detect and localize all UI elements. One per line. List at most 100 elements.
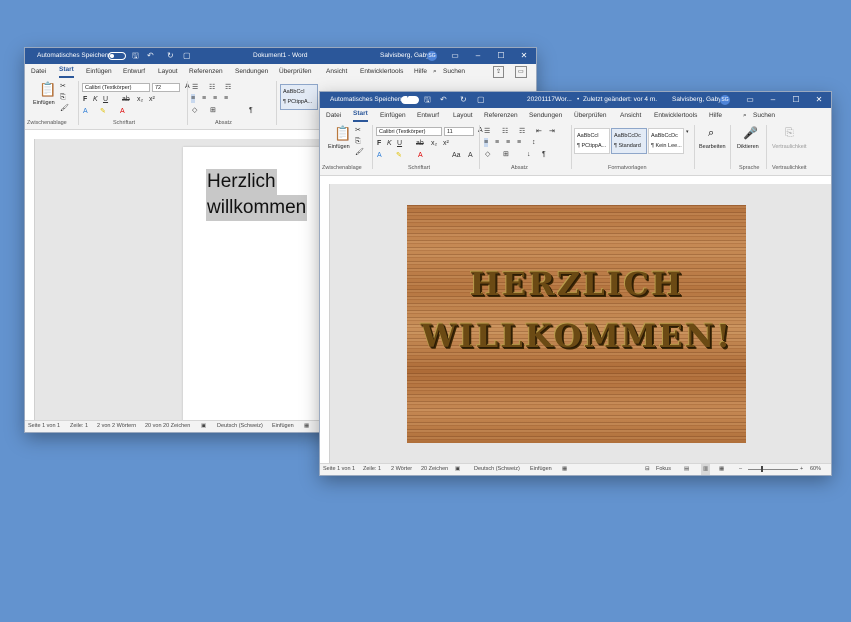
tab-entwurf[interactable]: Entwurf xyxy=(417,108,439,123)
bullets-icon[interactable]: ☰ xyxy=(484,127,490,136)
search-icon[interactable]: ⌕ xyxy=(743,108,747,123)
touch-mode-icon[interactable]: ▢ xyxy=(183,48,191,64)
autosave-toggle[interactable] xyxy=(108,52,126,60)
status-line[interactable]: Zeile: 1 xyxy=(70,421,88,432)
tab-ueberpruefen[interactable]: Überprüfen xyxy=(279,64,312,79)
zoom-level[interactable]: 60% xyxy=(810,464,821,475)
tab-einfuegen[interactable]: Einfügen xyxy=(86,64,112,79)
focus-button[interactable]: Fokus xyxy=(656,464,671,475)
minimize-button[interactable]: – xyxy=(467,48,489,64)
shading-icon[interactable]: ◇ xyxy=(485,150,490,159)
search-label[interactable]: Suchen xyxy=(443,64,465,79)
tab-hilfe[interactable]: Hilfe xyxy=(414,64,427,79)
wood-background-image[interactable]: HERZLICH WILLKOMMEN! xyxy=(407,205,746,443)
save-icon[interactable]: 🖫 xyxy=(424,92,431,108)
tab-datei[interactable]: Datei xyxy=(326,108,341,123)
paste-button[interactable]: Einfügen xyxy=(328,144,350,150)
redo-icon[interactable]: ↻ xyxy=(460,92,467,108)
status-words[interactable]: 2 Wörter xyxy=(391,464,412,475)
zoom-slider[interactable] xyxy=(748,469,798,470)
multilevel-list-icon[interactable]: ☶ xyxy=(225,83,231,92)
status-chars[interactable]: 20 von 20 Zeichen xyxy=(145,421,190,432)
strikethrough-button[interactable]: ab xyxy=(416,139,424,148)
font-color-icon[interactable]: A xyxy=(418,151,423,160)
tab-datei[interactable]: Datei xyxy=(31,64,46,79)
window-title[interactable]: 20201117Wor... xyxy=(527,92,572,108)
pilcrow-icon[interactable]: ¶ xyxy=(542,150,546,159)
title-bar[interactable]: Automatisches Speichern 🖫 ↶ ↻ ▢ Dokument… xyxy=(25,48,536,64)
tab-layout[interactable]: Layout xyxy=(453,108,473,123)
cut-icon[interactable]: ✂ xyxy=(60,82,66,91)
user-name[interactable]: Salvisberg, Gaby xyxy=(672,92,722,108)
title-bar[interactable]: Automatisches Speichern 🖫 ↶ ↻ ▢ 20201117… xyxy=(320,92,831,108)
touch-mode-icon[interactable]: ▢ xyxy=(477,92,485,108)
font-color-icon[interactable]: A xyxy=(120,107,125,116)
style-gallery-item[interactable]: AaBbCcI ¶ PCtippA... xyxy=(280,84,318,110)
font-name-field[interactable]: Calibri (Textkörper) xyxy=(376,127,442,136)
format-painter-icon[interactable]: 🖌 xyxy=(355,148,364,157)
status-language[interactable]: Deutsch (Schweiz) xyxy=(217,421,263,432)
search-icon[interactable]: ⌕ xyxy=(433,64,437,79)
zoom-out-button[interactable]: – xyxy=(739,464,742,475)
autosave-toggle[interactable] xyxy=(401,93,419,104)
last-modified[interactable]: Zuletzt geändert: vor 4 m. xyxy=(583,92,657,108)
text-effects-icon[interactable]: A xyxy=(83,107,88,116)
cut-icon[interactable]: ✂ xyxy=(355,126,361,135)
doc-text-line[interactable]: Herzlich xyxy=(206,169,277,195)
numbering-icon[interactable]: ☷ xyxy=(502,127,508,136)
proofing-icon[interactable]: ▣ xyxy=(455,464,460,475)
bullets-icon[interactable]: ☰ xyxy=(192,83,198,92)
save-icon[interactable]: 🖫 xyxy=(132,48,139,64)
justify-icon[interactable]: ≡ xyxy=(517,138,521,147)
ribbon-display-icon[interactable]: ▭ xyxy=(739,92,761,108)
highlight-color-icon[interactable]: ✎ xyxy=(100,107,106,116)
italic-button[interactable]: K xyxy=(387,139,392,148)
undo-icon[interactable]: ↶ xyxy=(147,48,154,64)
decrease-indent-icon[interactable]: ⇤ xyxy=(536,127,542,136)
print-layout-icon[interactable]: ▥ xyxy=(701,464,711,475)
edit-button[interactable]: Bearbeiten xyxy=(699,144,726,150)
microphone-icon[interactable]: 🎤 xyxy=(743,125,758,141)
copy-icon[interactable]: ⎘ xyxy=(60,93,66,102)
style-gallery-item[interactable]: AaBbCcDc ¶ Standard xyxy=(611,128,647,154)
macro-icon[interactable]: ▦ xyxy=(562,464,567,475)
sensitivity-icon[interactable]: ⎘ xyxy=(785,125,794,141)
font-size-field[interactable]: 72 xyxy=(152,83,180,92)
vertical-ruler[interactable] xyxy=(25,139,35,421)
highlight-color-icon[interactable]: ✎ xyxy=(396,151,402,160)
undo-icon[interactable]: ↶ xyxy=(440,92,447,108)
wordart-line[interactable]: HERZLICH xyxy=(407,265,746,303)
font-name-field[interactable]: Calibri (Textkörper) xyxy=(82,83,150,92)
read-mode-icon[interactable]: ▤ xyxy=(684,464,689,475)
clipboard-icon[interactable]: 📋 xyxy=(39,81,56,97)
paste-button[interactable]: Einfügen xyxy=(33,100,55,106)
gallery-more-icon[interactable]: ▾ xyxy=(686,128,689,137)
shading-icon[interactable]: ◇ xyxy=(192,106,197,115)
font-size-field[interactable]: 11 xyxy=(444,127,474,136)
sort-icon[interactable]: ↓ xyxy=(527,150,531,159)
ribbon-display-icon[interactable]: ▭ xyxy=(444,48,466,64)
tab-entwicklertools[interactable]: Entwicklertools xyxy=(654,108,697,123)
text-effects-icon[interactable]: A xyxy=(377,151,382,160)
tab-referenzen[interactable]: Referenzen xyxy=(484,108,518,123)
status-page[interactable]: Seite 1 von 1 xyxy=(28,421,60,432)
pilcrow-icon[interactable]: ¶ xyxy=(249,106,253,115)
tab-start[interactable]: Start xyxy=(353,108,368,122)
proofing-icon[interactable]: ▣ xyxy=(201,421,206,432)
status-mode[interactable]: Einfügen xyxy=(272,421,294,432)
bold-button[interactable]: F xyxy=(377,139,381,148)
minimize-button[interactable]: – xyxy=(762,92,784,108)
status-words[interactable]: 2 von 2 Wörtern xyxy=(97,421,136,432)
clipboard-icon[interactable]: 📋 xyxy=(334,125,351,141)
strikethrough-button[interactable]: ab xyxy=(122,95,130,104)
avatar[interactable]: SG xyxy=(427,51,437,61)
justify-icon[interactable]: ≡ xyxy=(224,94,228,103)
style-gallery-item[interactable]: AaBbCcI ¶ PCtippA... xyxy=(574,128,610,154)
vertical-ruler[interactable] xyxy=(320,184,330,463)
tab-layout[interactable]: Layout xyxy=(158,64,178,79)
copy-icon[interactable]: ⎘ xyxy=(355,137,361,146)
focus-icon[interactable]: ⊟ xyxy=(645,464,650,475)
avatar[interactable]: SG xyxy=(720,95,730,105)
superscript-button[interactable]: x² xyxy=(149,95,155,104)
doc-text-line[interactable]: willkommen xyxy=(206,195,308,221)
